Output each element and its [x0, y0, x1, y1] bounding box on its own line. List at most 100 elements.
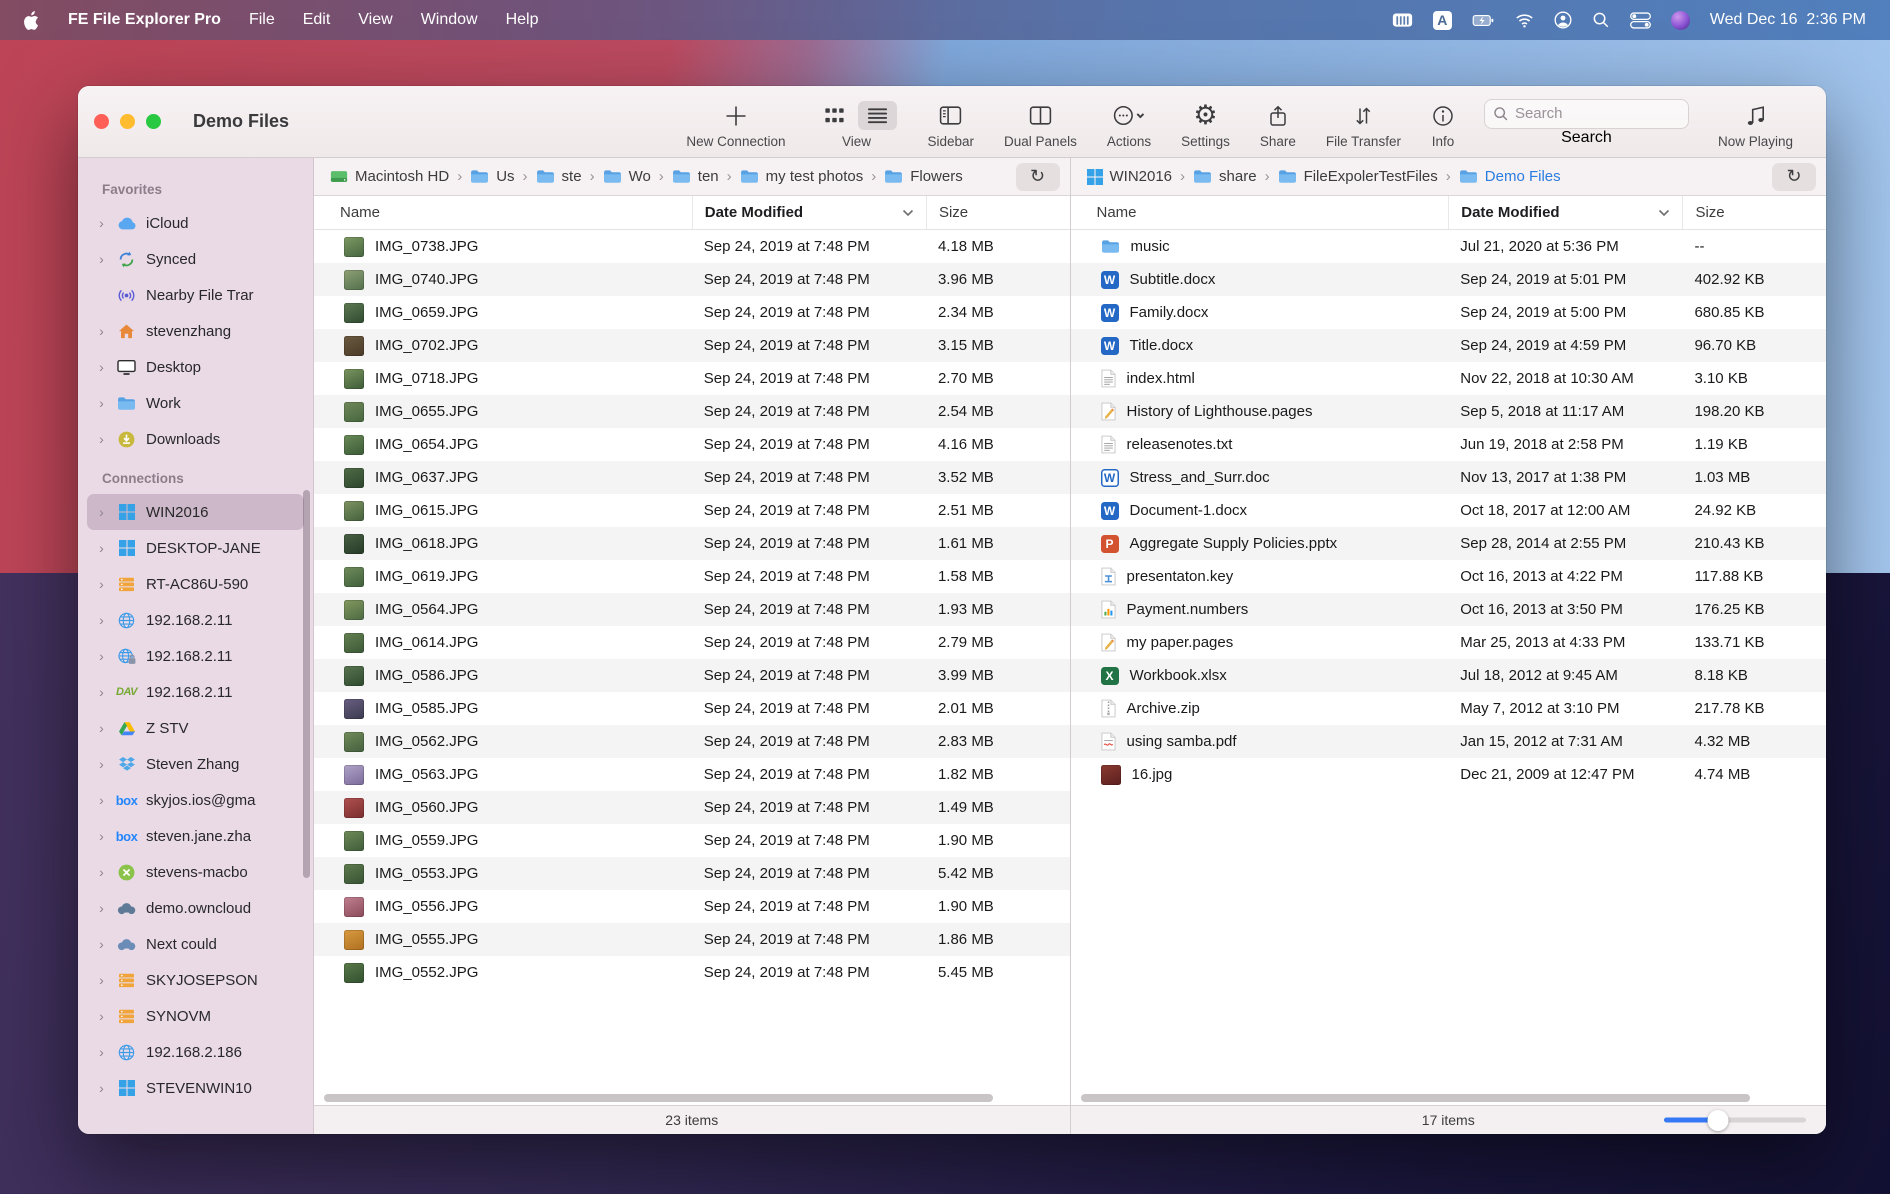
- assistant-icon[interactable]: [1671, 11, 1690, 30]
- disclosure-chevron-icon[interactable]: ›: [96, 1044, 107, 1060]
- disclosure-chevron-icon[interactable]: ›: [96, 395, 107, 411]
- file-row[interactable]: PAggregate Supply Policies.pptxSep 28, 2…: [1071, 527, 1827, 560]
- file-transfer-button[interactable]: File Transfer: [1311, 95, 1416, 149]
- disclosure-chevron-icon[interactable]: ›: [96, 576, 107, 592]
- sidebar-item-desktop[interactable]: ›Desktop: [87, 349, 304, 385]
- battery-icon[interactable]: [1472, 12, 1495, 29]
- search-input[interactable]: [1515, 105, 1665, 122]
- sidebar-item-icloud[interactable]: ›iCloud: [87, 205, 304, 241]
- disclosure-chevron-icon[interactable]: ›: [96, 431, 107, 447]
- file-row[interactable]: musicJul 21, 2020 at 5:36 PM--: [1071, 230, 1827, 263]
- menu-file[interactable]: File: [249, 11, 275, 29]
- file-row[interactable]: IMG_0659.JPGSep 24, 2019 at 7:48 PM2.34 …: [314, 296, 1070, 329]
- file-row[interactable]: IMG_0562.JPGSep 24, 2019 at 7:48 PM2.83 …: [314, 725, 1070, 758]
- file-row[interactable]: index.htmlNov 22, 2018 at 10:30 AM3.10 K…: [1071, 362, 1827, 395]
- sidebar-item-192-168-2-11[interactable]: ›192.168.2.11: [87, 602, 304, 638]
- file-row[interactable]: using samba.pdfJan 15, 2012 at 7:31 AM4.…: [1071, 725, 1827, 758]
- file-row[interactable]: 16.jpgDec 21, 2009 at 12:47 PM4.74 MB: [1071, 758, 1827, 791]
- disclosure-chevron-icon[interactable]: ›: [96, 215, 107, 231]
- scrollbar-thumb[interactable]: [324, 1094, 993, 1102]
- disclosure-chevron-icon[interactable]: ›: [96, 756, 107, 772]
- file-row[interactable]: IMG_0619.JPGSep 24, 2019 at 7:48 PM1.58 …: [314, 560, 1070, 593]
- file-row[interactable]: releasenotes.txtJun 19, 2018 at 2:58 PM1…: [1071, 428, 1827, 461]
- disclosure-chevron-icon[interactable]: ›: [96, 936, 107, 952]
- menu-bar-clock[interactable]: Wed Dec 16 2:36 PM: [1710, 11, 1866, 29]
- disclosure-chevron-icon[interactable]: ›: [96, 972, 107, 988]
- search-field[interactable]: [1484, 99, 1689, 129]
- sidebar-item-stevens-macbo[interactable]: ›stevens-macbo: [87, 854, 304, 890]
- file-row[interactable]: IMG_0555.JPGSep 24, 2019 at 7:48 PM1.86 …: [314, 923, 1070, 956]
- sidebar-item-desktop-jane[interactable]: ›DESKTOP-JANE: [87, 530, 304, 566]
- menu-help[interactable]: Help: [506, 11, 539, 29]
- sidebar-item-192-168-2-11[interactable]: ›DAV192.168.2.11: [87, 674, 304, 710]
- input-source-icon[interactable]: A: [1433, 11, 1452, 30]
- file-row[interactable]: my paper.pagesMar 25, 2013 at 4:33 PM133…: [1071, 626, 1827, 659]
- breadcrumb-item[interactable]: Demo Files: [1459, 168, 1561, 185]
- file-row[interactable]: IMG_0552.JPGSep 24, 2019 at 7:48 PM5.45 …: [314, 956, 1070, 989]
- file-row[interactable]: WDocument-1.docxOct 18, 2017 at 12:00 AM…: [1071, 494, 1827, 527]
- icon-view-button[interactable]: [815, 101, 854, 130]
- sidebar-item-rt-ac86u-590[interactable]: ›RT-AC86U-590: [87, 566, 304, 602]
- sidebar-item-stevenzhang[interactable]: ›stevenzhang: [87, 313, 304, 349]
- minimize-button[interactable]: [120, 114, 135, 129]
- disclosure-chevron-icon[interactable]: ›: [96, 648, 107, 664]
- disclosure-chevron-icon[interactable]: ›: [96, 359, 107, 375]
- disclosure-chevron-icon[interactable]: ›: [96, 504, 107, 520]
- file-row[interactable]: IMG_0563.JPGSep 24, 2019 at 7:48 PM1.82 …: [314, 758, 1070, 791]
- file-row[interactable]: IMG_0738.JPGSep 24, 2019 at 7:48 PM4.18 …: [314, 230, 1070, 263]
- file-row[interactable]: IMG_0637.JPGSep 24, 2019 at 7:48 PM3.52 …: [314, 461, 1070, 494]
- now-playing-button[interactable]: Now Playing: [1703, 95, 1808, 149]
- file-row[interactable]: IMG_0618.JPGSep 24, 2019 at 7:48 PM1.61 …: [314, 527, 1070, 560]
- file-row[interactable]: IMG_0740.JPGSep 24, 2019 at 7:48 PM3.96 …: [314, 263, 1070, 296]
- sidebar-item-steven-jane-zha[interactable]: ›boxsteven.jane.zha: [87, 818, 304, 854]
- icon-size-slider[interactable]: [1664, 1118, 1806, 1123]
- file-row[interactable]: IMG_0559.JPGSep 24, 2019 at 7:48 PM1.90 …: [314, 824, 1070, 857]
- menu-view[interactable]: View: [358, 11, 392, 29]
- file-row[interactable]: Archive.zipMay 7, 2012 at 3:10 PM217.78 …: [1071, 692, 1827, 725]
- breadcrumb-item[interactable]: WIN2016: [1087, 168, 1173, 185]
- disclosure-chevron-icon[interactable]: ›: [96, 828, 107, 844]
- sidebar-item-z-stv[interactable]: ›Z STV: [87, 710, 304, 746]
- control-center-icon[interactable]: [1630, 12, 1651, 29]
- disclosure-chevron-icon[interactable]: ›: [96, 1008, 107, 1024]
- breadcrumb-item[interactable]: Flowers: [884, 168, 963, 185]
- file-row[interactable]: IMG_0702.JPGSep 24, 2019 at 7:48 PM3.15 …: [314, 329, 1070, 362]
- zoom-button[interactable]: [146, 114, 161, 129]
- list-view-button[interactable]: [858, 101, 897, 130]
- file-row[interactable]: Payment.numbersOct 16, 2013 at 3:50 PM17…: [1071, 593, 1827, 626]
- refresh-button[interactable]: ↻: [1016, 163, 1060, 191]
- sidebar-item-skyjosepson[interactable]: ›SKYJOSEPSON: [87, 962, 304, 998]
- sidebar-item-next-could[interactable]: ›Next could: [87, 926, 304, 962]
- file-row[interactable]: XWorkbook.xlsxJul 18, 2012 at 9:45 AM8.1…: [1071, 659, 1827, 692]
- disclosure-chevron-icon[interactable]: ›: [96, 323, 107, 339]
- new-connection-button[interactable]: New Connection: [671, 95, 800, 149]
- file-row[interactable]: History of Lighthouse.pagesSep 5, 2018 a…: [1071, 395, 1827, 428]
- sidebar-item-demo-owncloud[interactable]: ›demo.owncloud: [87, 890, 304, 926]
- file-row[interactable]: IMG_0718.JPGSep 24, 2019 at 7:48 PM2.70 …: [314, 362, 1070, 395]
- column-header-size[interactable]: Size: [926, 196, 1070, 229]
- breadcrumb-item[interactable]: Wo: [603, 168, 651, 185]
- sidebar-item-stevenwin10[interactable]: ›STEVENWIN10: [87, 1070, 304, 1106]
- file-row[interactable]: IMG_0556.JPGSep 24, 2019 at 7:48 PM1.90 …: [314, 890, 1070, 923]
- dual-panels-button[interactable]: Dual Panels: [989, 95, 1092, 149]
- disclosure-chevron-icon[interactable]: ›: [96, 684, 107, 700]
- wifi-icon[interactable]: [1515, 13, 1534, 28]
- breadcrumb-item[interactable]: my test photos: [740, 168, 864, 185]
- file-row[interactable]: WFamily.docxSep 24, 2019 at 5:00 PM680.8…: [1071, 296, 1827, 329]
- sidebar-item-192-168-2-11[interactable]: ›192.168.2.11: [87, 638, 304, 674]
- breadcrumb-item[interactable]: FileExpolerTestFiles: [1278, 168, 1438, 185]
- disclosure-chevron-icon[interactable]: ›: [96, 792, 107, 808]
- column-header-name[interactable]: Name: [314, 204, 692, 221]
- app-menu-name[interactable]: FE File Explorer Pro: [68, 11, 221, 29]
- disclosure-chevron-icon[interactable]: ›: [96, 864, 107, 880]
- apple-menu-icon[interactable]: [24, 11, 40, 30]
- breadcrumb-item[interactable]: ste: [536, 168, 582, 185]
- file-row[interactable]: IMG_0560.JPGSep 24, 2019 at 7:48 PM1.49 …: [314, 791, 1070, 824]
- disclosure-chevron-icon[interactable]: ›: [96, 900, 107, 916]
- breadcrumb-item[interactable]: share: [1193, 168, 1257, 185]
- file-row[interactable]: IMG_0614.JPGSep 24, 2019 at 7:48 PM2.79 …: [314, 626, 1070, 659]
- disclosure-chevron-icon[interactable]: ›: [96, 251, 107, 267]
- spotlight-icon[interactable]: [1592, 11, 1610, 29]
- file-row[interactable]: IMG_0585.JPGSep 24, 2019 at 7:48 PM2.01 …: [314, 692, 1070, 725]
- settings-button[interactable]: ⚙ Settings: [1166, 95, 1245, 149]
